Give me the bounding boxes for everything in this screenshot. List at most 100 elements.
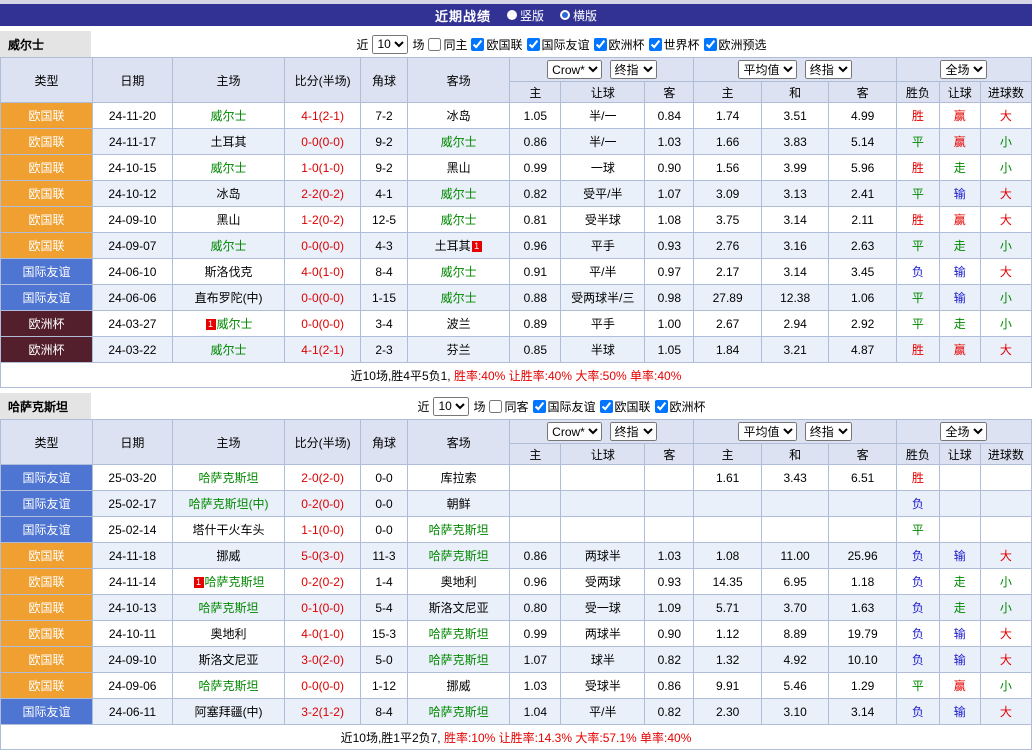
col-header-odds-away: 客 — [645, 82, 694, 103]
handicap-cell: 受半球 — [561, 207, 645, 233]
radio-selected-icon[interactable] — [560, 10, 570, 20]
match-count-select[interactable]: 10 — [372, 35, 408, 54]
handicap-result-cell — [939, 491, 980, 517]
goals-result-cell: 小 — [980, 285, 1031, 311]
competition-filter-checkbox[interactable] — [649, 38, 662, 51]
competition-filter[interactable]: 国际友谊 — [527, 36, 590, 53]
goals-result-cell: 大 — [980, 543, 1031, 569]
scope-select[interactable]: 全场 — [940, 60, 987, 79]
avg-draw-cell: 3.83 — [761, 129, 829, 155]
competition-filter-checkbox[interactable] — [600, 400, 613, 413]
corner-cell: 11-3 — [360, 543, 407, 569]
competition-filter[interactable]: 欧洲杯 — [655, 398, 706, 415]
away-odds-cell: 0.86 — [645, 673, 694, 699]
radio-unselected-icon[interactable] — [507, 10, 517, 20]
team-name-text: 威尔士 — [211, 343, 247, 357]
odds-time-select[interactable]: 终指 — [610, 422, 657, 441]
europe-avg-group-header: 平均值 终指 — [694, 420, 897, 444]
results-table: 类型 日期 主场 比分(半场) 角球 客场 Crow* 终指 平均值 终指 全场 — [0, 57, 1032, 388]
date-cell: 25-02-14 — [93, 517, 173, 543]
handicap-cell: 半/一 — [561, 129, 645, 155]
goals-result-cell: 小 — [980, 129, 1031, 155]
score-cell: 4-0(1-0) — [285, 259, 361, 285]
score-cell: 2-0(2-0) — [285, 465, 361, 491]
result-cell: 胜 — [896, 465, 939, 491]
goals-result-cell: 小 — [980, 569, 1031, 595]
scope-select[interactable]: 全场 — [940, 422, 987, 441]
competition-type-cell: 欧国联 — [1, 595, 93, 621]
avg-time-select[interactable]: 终指 — [805, 422, 852, 441]
handicap-cell: 受平/半 — [561, 181, 645, 207]
odds-company-select[interactable]: Crow* — [547, 422, 602, 441]
competition-filter-checkbox[interactable] — [527, 38, 540, 51]
avg-draw-cell: 3.14 — [761, 207, 829, 233]
page-title: 近期战绩 — [435, 6, 491, 25]
team-name-text: 冰岛 — [217, 187, 241, 201]
date-cell: 24-09-10 — [93, 647, 173, 673]
col-header-home: 主场 — [172, 58, 285, 103]
team-name-text: 哈萨克斯坦 — [429, 653, 489, 667]
table-row: 国际友谊24-06-11阿塞拜疆(中)3-2(1-2)8-4哈萨克斯坦1.04平… — [1, 699, 1032, 725]
goals-result-cell — [980, 491, 1031, 517]
avg-home-cell: 2.76 — [694, 233, 762, 259]
competition-filter[interactable]: 欧国联 — [471, 36, 522, 53]
avg-type-select[interactable]: 平均值 — [738, 60, 797, 79]
team-name-text: 冰岛 — [447, 109, 471, 123]
competition-filter-checkbox[interactable] — [704, 38, 717, 51]
result-cell: 平 — [896, 673, 939, 699]
competition-type-cell: 国际友谊 — [1, 699, 93, 725]
col-header-away: 客场 — [408, 58, 510, 103]
avg-draw-cell: 12.38 — [761, 285, 829, 311]
competition-filter-checkbox[interactable] — [471, 38, 484, 51]
odds-time-select[interactable]: 终指 — [610, 60, 657, 79]
away-team-cell: 威尔士 — [408, 207, 510, 233]
col-header-handicap-result: 让球 — [939, 82, 980, 103]
avg-draw-cell: 3.13 — [761, 181, 829, 207]
competition-filter[interactable]: 国际友谊 — [533, 398, 596, 415]
col-header-score: 比分(半场) — [285, 58, 361, 103]
home-odds-cell: 1.07 — [510, 647, 561, 673]
home-odds-cell: 1.05 — [510, 103, 561, 129]
view-option-vertical[interactable]: 竖版 — [507, 7, 544, 24]
competition-filter[interactable]: 欧洲杯 — [594, 36, 645, 53]
same-venue-filter-checkbox[interactable] — [489, 400, 502, 413]
match-count-select[interactable]: 10 — [433, 397, 469, 416]
team-name-text: 威尔士 — [441, 187, 477, 201]
avg-away-cell: 2.41 — [829, 181, 897, 207]
score-cell: 1-0(1-0) — [285, 155, 361, 181]
filter-unit-label: 场 — [412, 36, 424, 53]
away-team-cell: 挪威 — [408, 673, 510, 699]
competition-filter[interactable]: 世界杯 — [649, 36, 700, 53]
avg-type-select[interactable]: 平均值 — [738, 422, 797, 441]
competition-filter[interactable]: 欧国联 — [600, 398, 651, 415]
goals-result-cell: 小 — [980, 673, 1031, 699]
goals-result-cell: 大 — [980, 103, 1031, 129]
result-cell: 胜 — [896, 207, 939, 233]
col-header-odds-home: 主 — [510, 82, 561, 103]
corner-cell: 5-0 — [360, 647, 407, 673]
score-cell: 0-2(0-2) — [285, 569, 361, 595]
score-cell: 4-0(1-0) — [285, 621, 361, 647]
avg-time-select[interactable]: 终指 — [805, 60, 852, 79]
avg-away-cell: 5.14 — [829, 129, 897, 155]
avg-away-cell: 25.96 — [829, 543, 897, 569]
odds-company-select[interactable]: Crow* — [547, 60, 602, 79]
table-row: 欧国联24-09-10黑山1-2(0-2)12-5威尔士0.81受半球1.083… — [1, 207, 1032, 233]
competition-filter-checkbox[interactable] — [655, 400, 668, 413]
handicap-result-cell: 走 — [939, 569, 980, 595]
competition-filter-checkbox[interactable] — [594, 38, 607, 51]
table-row: 欧国联24-09-06哈萨克斯坦0-0(0-0)1-12挪威1.03受球半0.8… — [1, 673, 1032, 699]
summary-row: 近10场,胜1平2负7, 胜率:10% 让胜率:14.3% 大率:57.1% 单… — [1, 725, 1032, 750]
same-venue-filter[interactable]: 同客 — [489, 398, 528, 415]
away-odds-cell: 0.82 — [645, 699, 694, 725]
handicap-result-cell: 输 — [939, 699, 980, 725]
view-option-horizontal[interactable]: 横版 — [560, 7, 597, 24]
avg-home-cell: 2.67 — [694, 311, 762, 337]
team-name-text: 哈萨克斯坦(中) — [189, 497, 269, 511]
col-header-goals: 进球数 — [980, 444, 1031, 465]
competition-filter-checkbox[interactable] — [533, 400, 546, 413]
handicap-result-cell: 输 — [939, 621, 980, 647]
same-venue-filter[interactable]: 同主 — [428, 36, 467, 53]
same-venue-filter-checkbox[interactable] — [428, 38, 441, 51]
competition-filter[interactable]: 欧洲预选 — [704, 36, 767, 53]
